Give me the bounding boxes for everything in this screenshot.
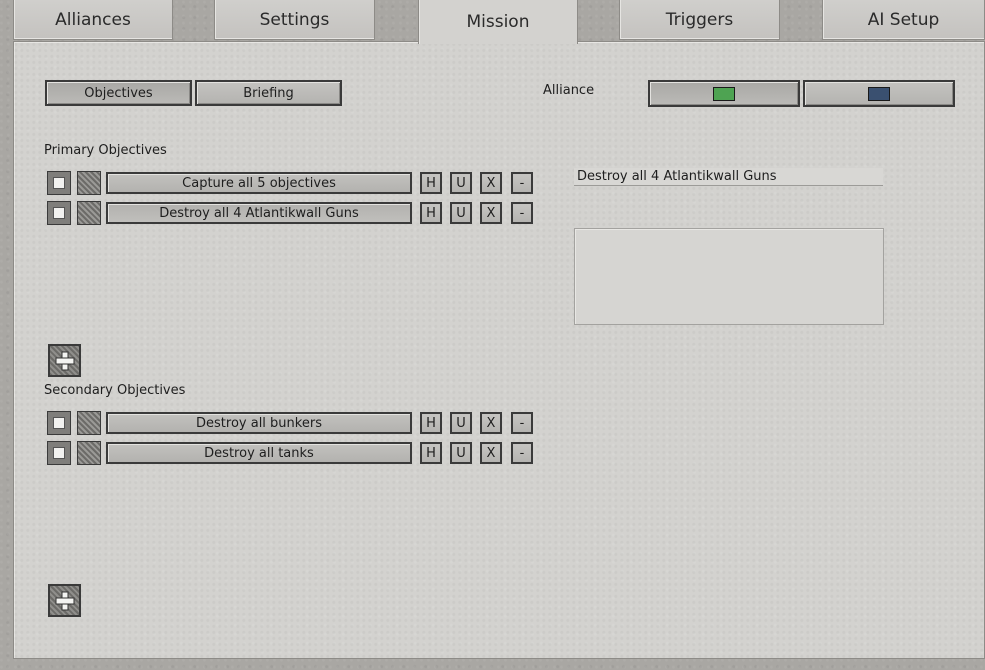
secondary-2-checkbox[interactable] [47, 441, 71, 465]
alliance-green-button[interactable] [648, 80, 800, 107]
secondary-1-minus-button[interactable]: - [511, 412, 533, 434]
subtab-objectives[interactable]: Objectives [45, 80, 192, 106]
primary-1-objective[interactable]: Capture all 5 objectives [106, 172, 412, 194]
primary-2-drag-handle[interactable] [77, 201, 101, 225]
secondary-objectives-heading: Secondary Objectives [44, 383, 186, 398]
plus-icon [55, 591, 74, 610]
tab-settings[interactable]: Settings [214, 0, 375, 40]
primary-2-u-button[interactable]: U [450, 202, 472, 224]
secondary-2-u-button[interactable]: U [450, 442, 472, 464]
primary-2-checkbox[interactable] [47, 201, 71, 225]
objective-description-field[interactable] [574, 228, 884, 325]
primary-1-minus-button[interactable]: - [511, 172, 533, 194]
primary-1-x-button[interactable]: X [480, 172, 502, 194]
secondary-1-x-button[interactable]: X [480, 412, 502, 434]
secondary-2-x-button[interactable]: X [480, 442, 502, 464]
primary-1-drag-handle[interactable] [77, 171, 101, 195]
primary-objectives-heading: Primary Objectives [44, 143, 167, 158]
primary-2-objective[interactable]: Destroy all 4 Atlantikwall Guns [106, 202, 412, 224]
secondary-1-objective[interactable]: Destroy all bunkers [106, 412, 412, 434]
primary-1-checkbox[interactable] [47, 171, 71, 195]
secondary-2-drag-handle[interactable] [77, 441, 101, 465]
tab-alliances[interactable]: Alliances [13, 0, 173, 40]
tab-mission[interactable]: Mission [418, 0, 578, 44]
green-swatch [713, 86, 735, 101]
tab-triggers[interactable]: Triggers [619, 0, 780, 40]
alliance-blue-button[interactable] [803, 80, 955, 107]
primary-1-u-button[interactable]: U [450, 172, 472, 194]
secondary-1-drag-handle[interactable] [77, 411, 101, 435]
plus-icon [55, 351, 74, 370]
primary-1-h-button[interactable]: H [420, 172, 442, 194]
secondary-1-checkbox[interactable] [47, 411, 71, 435]
secondary-1-h-button[interactable]: H [420, 412, 442, 434]
secondary-2-minus-button[interactable]: - [511, 442, 533, 464]
alliance-label: Alliance [543, 83, 595, 98]
add-primary-objective-button[interactable] [48, 344, 81, 377]
blue-swatch [868, 86, 890, 101]
objective-title-field[interactable]: Destroy all 4 Atlantikwall Guns [574, 168, 883, 186]
primary-2-h-button[interactable]: H [420, 202, 442, 224]
mission-panel: Objectives Briefing Alliance Primary Obj… [13, 41, 985, 659]
secondary-2-h-button[interactable]: H [420, 442, 442, 464]
primary-2-x-button[interactable]: X [480, 202, 502, 224]
secondary-1-u-button[interactable]: U [450, 412, 472, 434]
tab-bar: Alliances Settings Mission Triggers AI S… [0, 0, 985, 44]
secondary-2-objective[interactable]: Destroy all tanks [106, 442, 412, 464]
tab-ai-setup[interactable]: AI Setup [822, 0, 985, 40]
primary-2-minus-button[interactable]: - [511, 202, 533, 224]
subtab-briefing[interactable]: Briefing [195, 80, 342, 106]
add-secondary-objective-button[interactable] [48, 584, 81, 617]
